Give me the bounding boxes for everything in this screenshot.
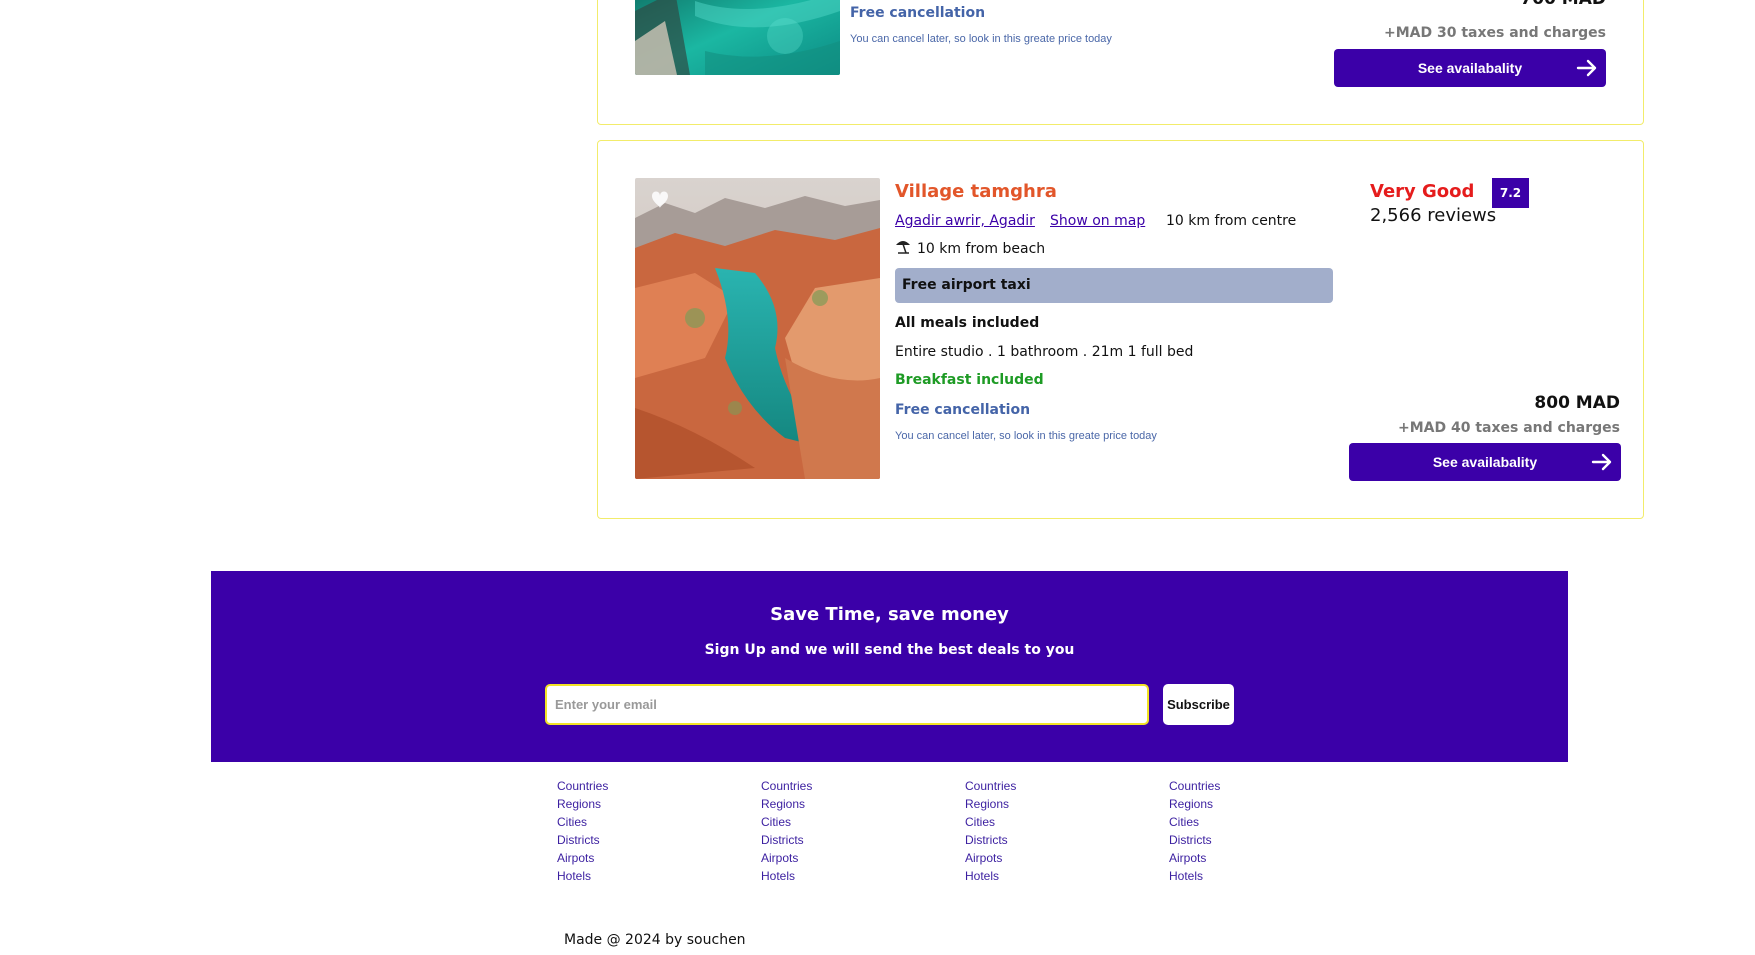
taxes-charges: +MAD 40 taxes and charges <box>1398 420 1620 436</box>
free-cancellation: Free cancellation <box>895 402 1031 418</box>
show-on-map-link[interactable]: Show on map <box>1050 213 1145 229</box>
taxes-charges: +MAD 30 taxes and charges <box>1384 25 1606 41</box>
hotel-photo-image <box>635 178 880 479</box>
footer-link-column: Countries Regions Cities Districts Airpo… <box>965 777 1145 885</box>
footer-credit: Made @ 2024 by souchen <box>564 932 746 948</box>
cancellation-note: You can cancel later, so look in this gr… <box>850 33 1112 45</box>
cancellation-note: You can cancel later, so look in this gr… <box>895 430 1157 442</box>
footer-link-hotels[interactable]: Hotels <box>965 867 1145 885</box>
see-availability-button[interactable]: See availabality <box>1349 443 1621 481</box>
footer-link-column: Countries Regions Cities Districts Airpo… <box>761 777 941 885</box>
footer-link-airports[interactable]: Airpots <box>557 849 737 867</box>
arrow-right-icon <box>1591 453 1612 471</box>
room-details: Entire studio . 1 bathroom . 21m 1 full … <box>895 344 1194 360</box>
hotel-name[interactable]: Village tamghra <box>895 181 1057 202</box>
footer-link-hotels[interactable]: Hotels <box>1169 867 1349 885</box>
footer-link-cities[interactable]: Cities <box>1169 813 1349 831</box>
footer-link-districts[interactable]: Districts <box>557 831 737 849</box>
footer-link-cities[interactable]: Cities <box>965 813 1145 831</box>
footer-link-countries[interactable]: Countries <box>761 777 941 795</box>
footer-link-districts[interactable]: Districts <box>1169 831 1349 849</box>
meals-included: All meals included <box>895 315 1040 331</box>
footer-link-regions[interactable]: Regions <box>1169 795 1349 813</box>
footer-link-regions[interactable]: Regions <box>557 795 737 813</box>
button-label: See availabality <box>1432 454 1538 470</box>
footer-link-hotels[interactable]: Hotels <box>557 867 737 885</box>
price: 700 MAD <box>1520 0 1606 9</box>
rating-score-badge: 7.2 <box>1492 178 1529 208</box>
footer-link-cities[interactable]: Cities <box>761 813 941 831</box>
footer-link-districts[interactable]: Districts <box>761 831 941 849</box>
listing-card: Free cancellation You can cancel later, … <box>597 0 1644 125</box>
footer-link-countries[interactable]: Countries <box>965 777 1145 795</box>
free-cancellation: Free cancellation <box>850 5 986 21</box>
footer-link-countries[interactable]: Countries <box>557 777 737 795</box>
listing-card: Village tamghra Agadir awrir, Agadir Sho… <box>597 140 1644 519</box>
free-airport-taxi-badge: Free airport taxi <box>895 268 1333 303</box>
footer-link-airports[interactable]: Airpots <box>761 849 941 867</box>
footer-link-regions[interactable]: Regions <box>965 795 1145 813</box>
see-availability-button[interactable]: See availabality <box>1334 49 1606 87</box>
review-count: 2,566 reviews <box>1370 205 1497 226</box>
newsletter-subtitle: Sign Up and we will send the best deals … <box>704 642 1075 658</box>
distance-centre: 10 km from centre <box>1166 213 1297 229</box>
breakfast-included: Breakfast included <box>895 372 1044 388</box>
distance-beach: 10 km from beach <box>917 241 1046 257</box>
footer-link-regions[interactable]: Regions <box>761 795 941 813</box>
footer-link-airports[interactable]: Airpots <box>965 849 1145 867</box>
subscribe-button[interactable]: Subscribe <box>1163 684 1234 725</box>
price: 800 MAD <box>1534 393 1620 413</box>
arrow-right-icon <box>1576 59 1597 77</box>
newsletter-banner: Save Time, save money Sign Up and we wil… <box>211 571 1568 762</box>
hotel-photo[interactable] <box>635 178 880 479</box>
footer-link-airports[interactable]: Airpots <box>1169 849 1349 867</box>
footer-link-hotels[interactable]: Hotels <box>761 867 941 885</box>
hotel-photo[interactable] <box>635 0 840 75</box>
rating-label: Very Good <box>1370 181 1475 202</box>
footer-link-cities[interactable]: Cities <box>557 813 737 831</box>
newsletter-title: Save Time, save money <box>770 604 1009 625</box>
hotel-photo-image <box>635 0 840 75</box>
footer-link-districts[interactable]: Districts <box>965 831 1145 849</box>
footer-link-column: Countries Regions Cities Districts Airpo… <box>1169 777 1349 885</box>
footer-link-countries[interactable]: Countries <box>1169 777 1349 795</box>
footer-link-column: Countries Regions Cities Districts Airpo… <box>557 777 737 885</box>
button-label: See availabality <box>1417 60 1523 76</box>
email-input[interactable] <box>545 684 1149 725</box>
beach-umbrella-icon <box>895 238 911 254</box>
location-link[interactable]: Agadir awrir, Agadir <box>895 213 1035 229</box>
